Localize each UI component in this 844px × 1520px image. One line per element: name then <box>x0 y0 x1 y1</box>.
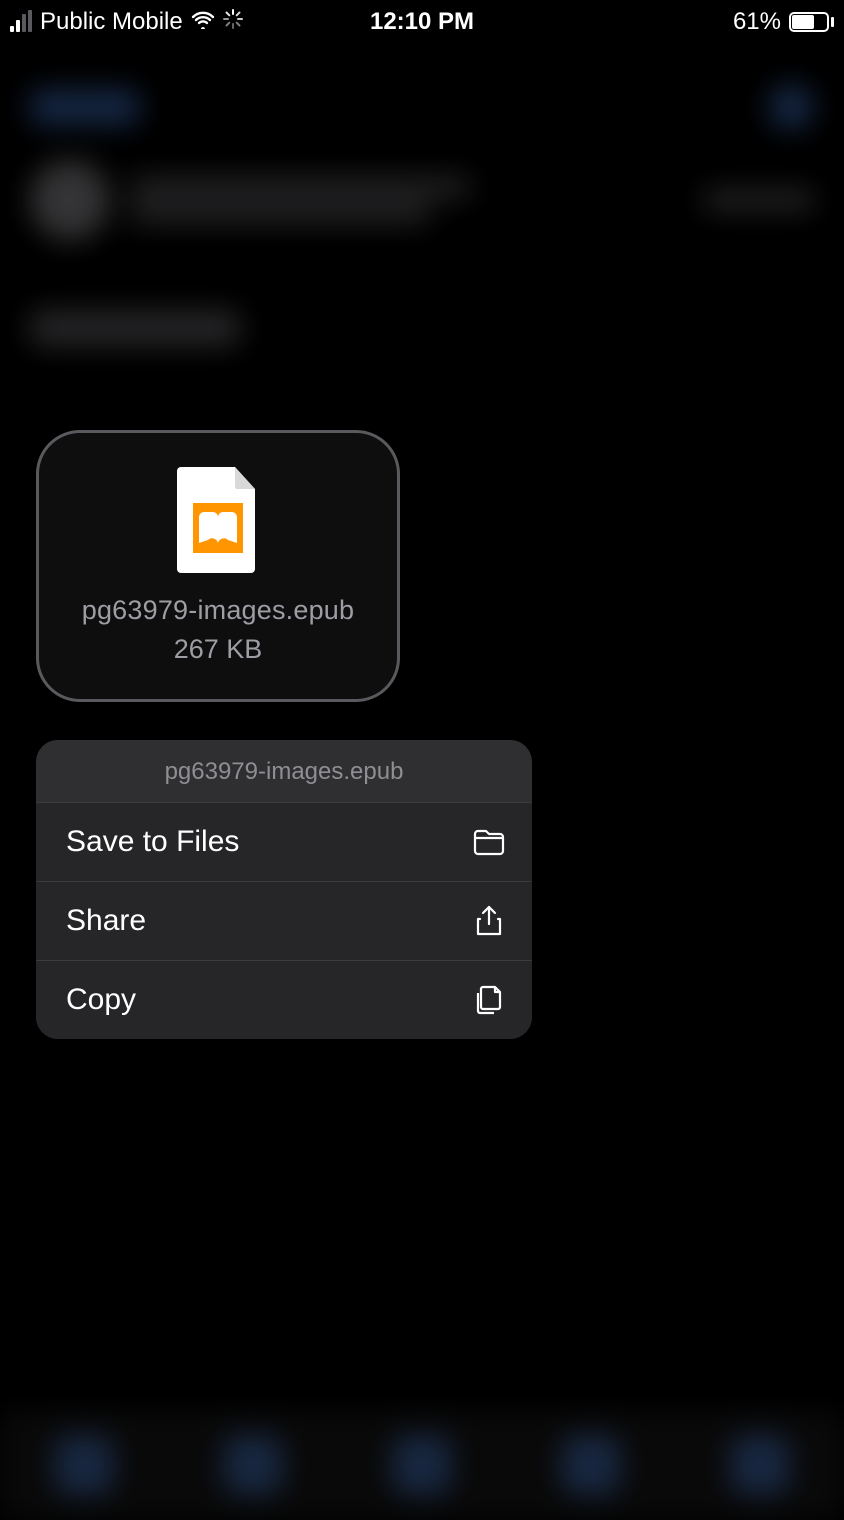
save-to-files-label: Save to Files <box>66 825 239 859</box>
status-left: Public Mobile <box>10 8 243 36</box>
context-menu-title: pg63979-images.epub <box>36 740 532 803</box>
share-label: Share <box>66 904 146 938</box>
battery-icon <box>789 12 834 32</box>
file-size: 267 KB <box>174 634 263 665</box>
context-menu: pg63979-images.epub Save to Files Share … <box>36 740 532 1039</box>
status-right: 61% <box>733 8 834 36</box>
share-icon <box>472 904 506 938</box>
copy-item[interactable]: Copy <box>36 961 532 1039</box>
battery-percent: 61% <box>733 8 781 36</box>
activity-spinner-icon <box>223 8 243 36</box>
file-name: pg63979-images.epub <box>82 595 355 626</box>
file-preview-card[interactable]: pg63979-images.epub 267 KB <box>36 430 400 702</box>
cellular-signal-icon <box>10 12 32 32</box>
wifi-icon <box>191 8 215 36</box>
share-item[interactable]: Share <box>36 882 532 961</box>
save-to-files-item[interactable]: Save to Files <box>36 803 532 882</box>
copy-icon <box>472 983 506 1017</box>
copy-label: Copy <box>66 983 136 1017</box>
status-time: 12:10 PM <box>370 8 474 36</box>
carrier-label: Public Mobile <box>40 8 183 36</box>
status-bar: Public Mobile <box>0 0 844 44</box>
epub-file-icon <box>177 467 259 573</box>
folder-icon <box>472 825 506 859</box>
